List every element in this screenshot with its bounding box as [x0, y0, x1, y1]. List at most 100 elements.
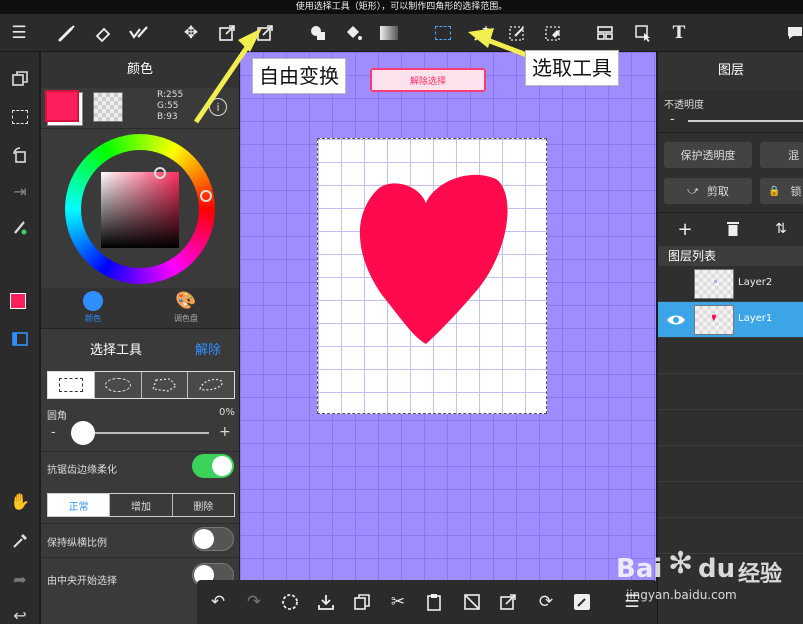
clear-icon[interactable]: [457, 587, 487, 617]
mode-delete-button[interactable]: 删除: [172, 494, 234, 516]
color-dot-icon: [83, 291, 103, 311]
artboard[interactable]: [317, 138, 547, 414]
reorder-layer-icon[interactable]: ⇅: [770, 218, 792, 240]
blend-mode-button[interactable]: 混: [760, 142, 803, 168]
paint-bucket-icon[interactable]: [338, 18, 368, 48]
color-info-icon[interactable]: i: [209, 98, 227, 116]
blend-brush-icon[interactable]: [124, 18, 154, 48]
layer-row-empty: [658, 338, 803, 374]
redo-side-icon[interactable]: ➦: [5, 564, 35, 594]
saturation-cursor[interactable]: [154, 167, 166, 179]
clip-button[interactable]: ⤻ 剪取: [664, 178, 752, 204]
selection-panel-title: 选择工具: [89, 343, 142, 358]
undo-side-icon[interactable]: ↩: [5, 600, 35, 624]
edit-icon[interactable]: [567, 587, 597, 617]
saturation-box[interactable]: [101, 172, 179, 248]
rotate-selection-icon[interactable]: [275, 587, 305, 617]
selection-layer-icon[interactable]: [5, 102, 35, 132]
visibility-eye-icon[interactable]: [666, 311, 686, 329]
eyedropper-icon[interactable]: [5, 526, 35, 556]
lock-label: 锁: [790, 185, 802, 198]
color-swatch-icon[interactable]: [5, 288, 35, 318]
pen-stabilizer-icon[interactable]: [5, 212, 35, 242]
comment-icon[interactable]: [780, 18, 803, 48]
move-icon[interactable]: ✥: [176, 18, 206, 48]
color-tabs: 颜色 🎨 调色盘: [41, 288, 239, 328]
layer-row-layer1[interactable]: Layer1: [658, 302, 803, 338]
mode-normal-button[interactable]: 正常: [48, 494, 111, 516]
watermark-url: jingyan.baidu.com: [626, 588, 737, 602]
deselect-button[interactable]: 解除选择: [370, 68, 486, 92]
shape-polygon-button[interactable]: [141, 372, 189, 398]
mode-add-button[interactable]: 增加: [110, 494, 173, 516]
cut-icon[interactable]: ✂: [383, 587, 413, 617]
paw-icon: ✻: [668, 546, 694, 581]
select-rect-icon[interactable]: [428, 18, 458, 48]
opacity-minus-button[interactable]: -: [670, 112, 675, 127]
free-transform-icon[interactable]: [250, 18, 280, 48]
duplicate-icon[interactable]: [347, 587, 377, 617]
transform-selection-icon[interactable]: [493, 587, 523, 617]
add-layer-icon[interactable]: +: [674, 218, 696, 240]
callout-free-transform: 自由变换: [252, 58, 346, 94]
tab-palette-label: 调色盘: [174, 314, 198, 323]
rotate-icon[interactable]: ⟳: [531, 587, 561, 617]
paste-icon[interactable]: [419, 587, 449, 617]
corner-slider-knob[interactable]: [71, 421, 95, 445]
rgb-r: R:255: [157, 90, 184, 100]
shape-ellipse-button[interactable]: [94, 372, 142, 398]
color-panel-title: 颜色: [41, 52, 239, 88]
hue-cursor[interactable]: [200, 190, 212, 202]
hand-icon[interactable]: ✋: [5, 486, 35, 516]
brush-icon[interactable]: [52, 18, 82, 48]
rotate-canvas-icon[interactable]: [5, 140, 35, 170]
layers-panel: 图层 不透明度 - 保护透明度 混 ⤻ 剪取 🔒 锁 + ⇅ 图层列表 Laye…: [657, 52, 803, 624]
divider: [658, 212, 803, 213]
polygon-shape-icon: [152, 378, 178, 392]
transparent-color-swatch[interactable]: [93, 92, 123, 122]
layers-panel-title: 图层: [658, 52, 803, 90]
primary-color-swatch[interactable]: [45, 90, 79, 122]
menu-icon[interactable]: ☰: [4, 18, 34, 48]
shape-rectangle-button[interactable]: [48, 372, 95, 398]
rgb-g: G:55: [157, 101, 179, 111]
top-toolbar: ☰ ✥ T: [0, 14, 803, 52]
text-tool-icon[interactable]: T: [664, 18, 694, 48]
gradient-icon[interactable]: [374, 18, 404, 48]
operation-icon[interactable]: [628, 18, 658, 48]
shape-lasso-button[interactable]: [188, 372, 234, 398]
magic-wand-icon[interactable]: [466, 18, 496, 48]
eraser-icon[interactable]: [88, 18, 118, 48]
corner-value: 0%: [219, 407, 235, 418]
layers-copy-icon[interactable]: [5, 64, 35, 94]
clip-icon: ⤻: [687, 184, 699, 197]
undo-icon[interactable]: ↶: [203, 587, 233, 617]
snap-icon[interactable]: ⇥: [5, 176, 35, 206]
keep-ratio-toggle[interactable]: [192, 527, 234, 551]
frame-divider-icon[interactable]: [590, 18, 620, 48]
clip-label: 剪取: [706, 185, 729, 198]
panel-toggle-icon[interactable]: [5, 324, 35, 354]
watermark-product: 经验: [738, 562, 783, 587]
tab-color[interactable]: 颜色: [81, 291, 105, 324]
transform-icon[interactable]: [212, 18, 242, 48]
protect-alpha-button[interactable]: 保护透明度: [664, 142, 752, 168]
hint-bar: 使用选择工具（矩形），可以制作四角形的选择范围。: [0, 0, 803, 14]
layer-row-layer2[interactable]: Layer2: [658, 266, 803, 302]
corner-minus-button[interactable]: -: [51, 425, 56, 440]
watermark: Bai ✻ du 经验 jingyan.baidu.com: [610, 540, 800, 612]
tab-palette[interactable]: 🎨 调色盘: [171, 291, 201, 324]
select-eraser-icon[interactable]: [538, 18, 568, 48]
layer-row-empty: [658, 374, 803, 410]
delete-layer-icon[interactable]: [722, 218, 744, 240]
opacity-slider-track[interactable]: [688, 120, 803, 122]
lock-button[interactable]: 🔒 锁: [760, 178, 803, 204]
corner-plus-button[interactable]: +: [219, 424, 231, 440]
fill-shape-icon[interactable]: [303, 18, 333, 48]
redo-icon[interactable]: ↷: [239, 587, 269, 617]
layer-row-empty: [658, 410, 803, 446]
save-download-icon[interactable]: [311, 587, 341, 617]
select-pen-icon[interactable]: [502, 18, 532, 48]
antialias-toggle[interactable]: [192, 454, 234, 478]
clear-selection-button[interactable]: 解除: [195, 339, 221, 358]
